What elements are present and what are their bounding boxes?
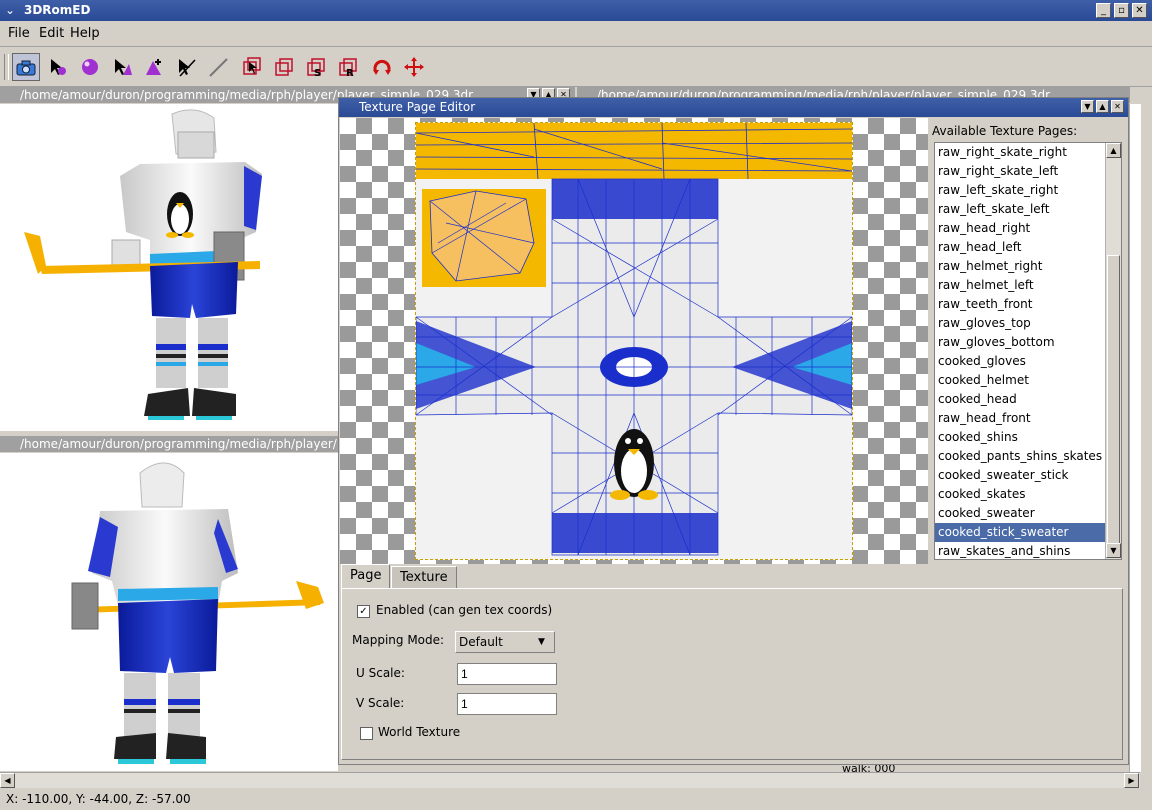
texture-list-scrollbar[interactable]: ▲ ▼ (1105, 143, 1121, 559)
world-texture-label: World Texture (378, 725, 461, 739)
rotate-tool-icon[interactable] (368, 53, 396, 81)
available-texture-pages-label: Available Texture Pages: (932, 124, 1078, 138)
list-item[interactable]: raw_left_skate_left (935, 200, 1105, 219)
scale-tool-icon[interactable]: S (302, 53, 330, 81)
world-texture-checkbox[interactable] (360, 727, 373, 740)
list-item[interactable]: raw_left_skate_right (935, 181, 1105, 200)
line-tool-icon[interactable] (204, 53, 232, 81)
hockey-player-back-render (71, 462, 324, 764)
select-box-tool-icon[interactable] (238, 53, 266, 81)
viewport-right-edge (1129, 104, 1141, 772)
list-item[interactable]: raw_helmet_right (935, 257, 1105, 276)
toolbar: S R (0, 48, 1152, 87)
maximize-icon[interactable]: ▫ (1114, 3, 1129, 18)
list-item[interactable]: raw_right_skate_left (935, 162, 1105, 181)
status-bar: X: -110.00, Y: -44.00, Z: -57.00 (0, 788, 1152, 810)
texture-page-editor-title: Texture Page Editor (359, 100, 476, 114)
u-scale-label: U Scale: (356, 666, 405, 680)
texture-canvas[interactable] (340, 118, 928, 564)
page-tab-panel: ✓ Enabled (can gen tex coords) Mapping M… (341, 588, 1123, 760)
tpe-menu-icon[interactable]: ▼ (1081, 100, 1094, 113)
list-item[interactable]: cooked_sweater_stick (935, 466, 1105, 485)
list-item[interactable]: raw_teeth_front (935, 295, 1105, 314)
scroll-down-icon[interactable]: ▼ (1106, 543, 1121, 558)
tab-texture[interactable]: Texture (391, 566, 457, 588)
texture-pages-panel: Available Texture Pages: raw_right_skate… (930, 118, 1128, 564)
select-edge-tool-icon[interactable] (172, 53, 200, 81)
enabled-label: Enabled (can gen tex coords) (376, 603, 553, 617)
enabled-checkbox[interactable]: ✓ (357, 605, 370, 618)
move-tool-icon[interactable] (400, 53, 428, 81)
scroll-left-icon[interactable]: ◀ (0, 773, 15, 788)
list-item[interactable]: cooked_skates (935, 485, 1105, 504)
mapping-mode-select[interactable]: Default ▼ (455, 631, 555, 653)
scroll-up-icon[interactable]: ▲ (1106, 143, 1121, 158)
uv-mesh-overlay (415, 122, 853, 556)
texture-pages-list[interactable]: raw_right_skate_right raw_right_skate_le… (934, 142, 1122, 560)
svg-text:S: S (314, 68, 321, 78)
select-vertex-tool-icon[interactable] (44, 53, 72, 81)
texture-page-editor-window: Texture Page Editor ▼ ▲ ✕ Available Text… (338, 97, 1129, 765)
viewport-top-left[interactable] (0, 104, 338, 431)
rotate-box-tool-icon[interactable]: R (334, 53, 362, 81)
window-menu-icon[interactable]: ⌄ (3, 3, 17, 17)
menu-file[interactable]: File (8, 26, 30, 41)
viewport-bottom-left-header: /home/amour/duron/programming/media/rph/… (0, 436, 338, 452)
sphere-tool-icon[interactable] (76, 53, 104, 81)
list-item[interactable]: cooked_helmet (935, 371, 1105, 390)
list-item[interactable]: raw_skates_and_shins (935, 542, 1105, 559)
hockey-player-front-render (24, 109, 262, 420)
tab-page[interactable]: Page (341, 564, 391, 588)
chevron-down-icon: ▼ (538, 637, 545, 647)
close-icon[interactable]: ✕ (1132, 3, 1147, 18)
list-item[interactable]: cooked_gloves (935, 352, 1105, 371)
list-item[interactable]: raw_gloves_bottom (935, 333, 1105, 352)
tpe-maximize-icon[interactable]: ▲ (1096, 100, 1109, 113)
mapping-mode-value: Default (459, 635, 503, 649)
list-item[interactable]: raw_head_right (935, 219, 1105, 238)
cursor-coordinates: X: -110.00, Y: -44.00, Z: -57.00 (6, 792, 191, 806)
list-item[interactable]: raw_helmet_left (935, 276, 1105, 295)
list-item[interactable]: cooked_head (935, 390, 1105, 409)
list-item-selected[interactable]: cooked_stick_sweater (935, 523, 1105, 542)
camera-tool-icon[interactable] (12, 53, 40, 81)
texture-page-editor-title-bar: Texture Page Editor ▼ ▲ ✕ (339, 98, 1128, 117)
mapping-mode-label: Mapping Mode: (352, 633, 445, 647)
scroll-thumb[interactable] (1107, 255, 1120, 545)
list-item[interactable]: cooked_pants_shins_skates (935, 447, 1105, 466)
minimize-icon[interactable]: _ (1096, 3, 1111, 18)
app-title: 3DRomED (24, 3, 91, 17)
app-title-bar: ⌄ 3DRomED _ ▫ ✕ (0, 0, 1152, 21)
menu-help[interactable]: Help (70, 26, 100, 41)
add-face-tool-icon[interactable] (140, 53, 168, 81)
list-item[interactable]: cooked_sweater (935, 504, 1105, 523)
box-tool-icon[interactable] (270, 53, 298, 81)
list-item[interactable]: raw_right_skate_right (935, 143, 1105, 162)
list-item[interactable]: raw_head_front (935, 409, 1105, 428)
tpe-close-icon[interactable]: ✕ (1111, 100, 1124, 113)
svg-text:R: R (346, 68, 354, 78)
horizontal-scrollbar[interactable]: ◀ ▶ (0, 772, 1140, 788)
list-item[interactable]: raw_gloves_top (935, 314, 1105, 333)
v-scale-label: V Scale: (356, 696, 405, 710)
menu-bar: File Edit Help (0, 22, 1152, 47)
toolbar-grip (4, 54, 9, 80)
scroll-right-icon[interactable]: ▶ (1124, 773, 1139, 788)
list-item[interactable]: cooked_shins (935, 428, 1105, 447)
v-scale-input[interactable] (457, 693, 557, 715)
menu-edit[interactable]: Edit (39, 26, 64, 41)
texture-image[interactable] (415, 122, 853, 560)
list-item[interactable]: raw_head_left (935, 238, 1105, 257)
u-scale-input[interactable] (457, 663, 557, 685)
viewport-bottom-left[interactable] (0, 453, 338, 771)
select-face-tool-icon[interactable] (108, 53, 136, 81)
viewport-path: /home/amour/duron/programming/media/rph/… (20, 437, 338, 451)
